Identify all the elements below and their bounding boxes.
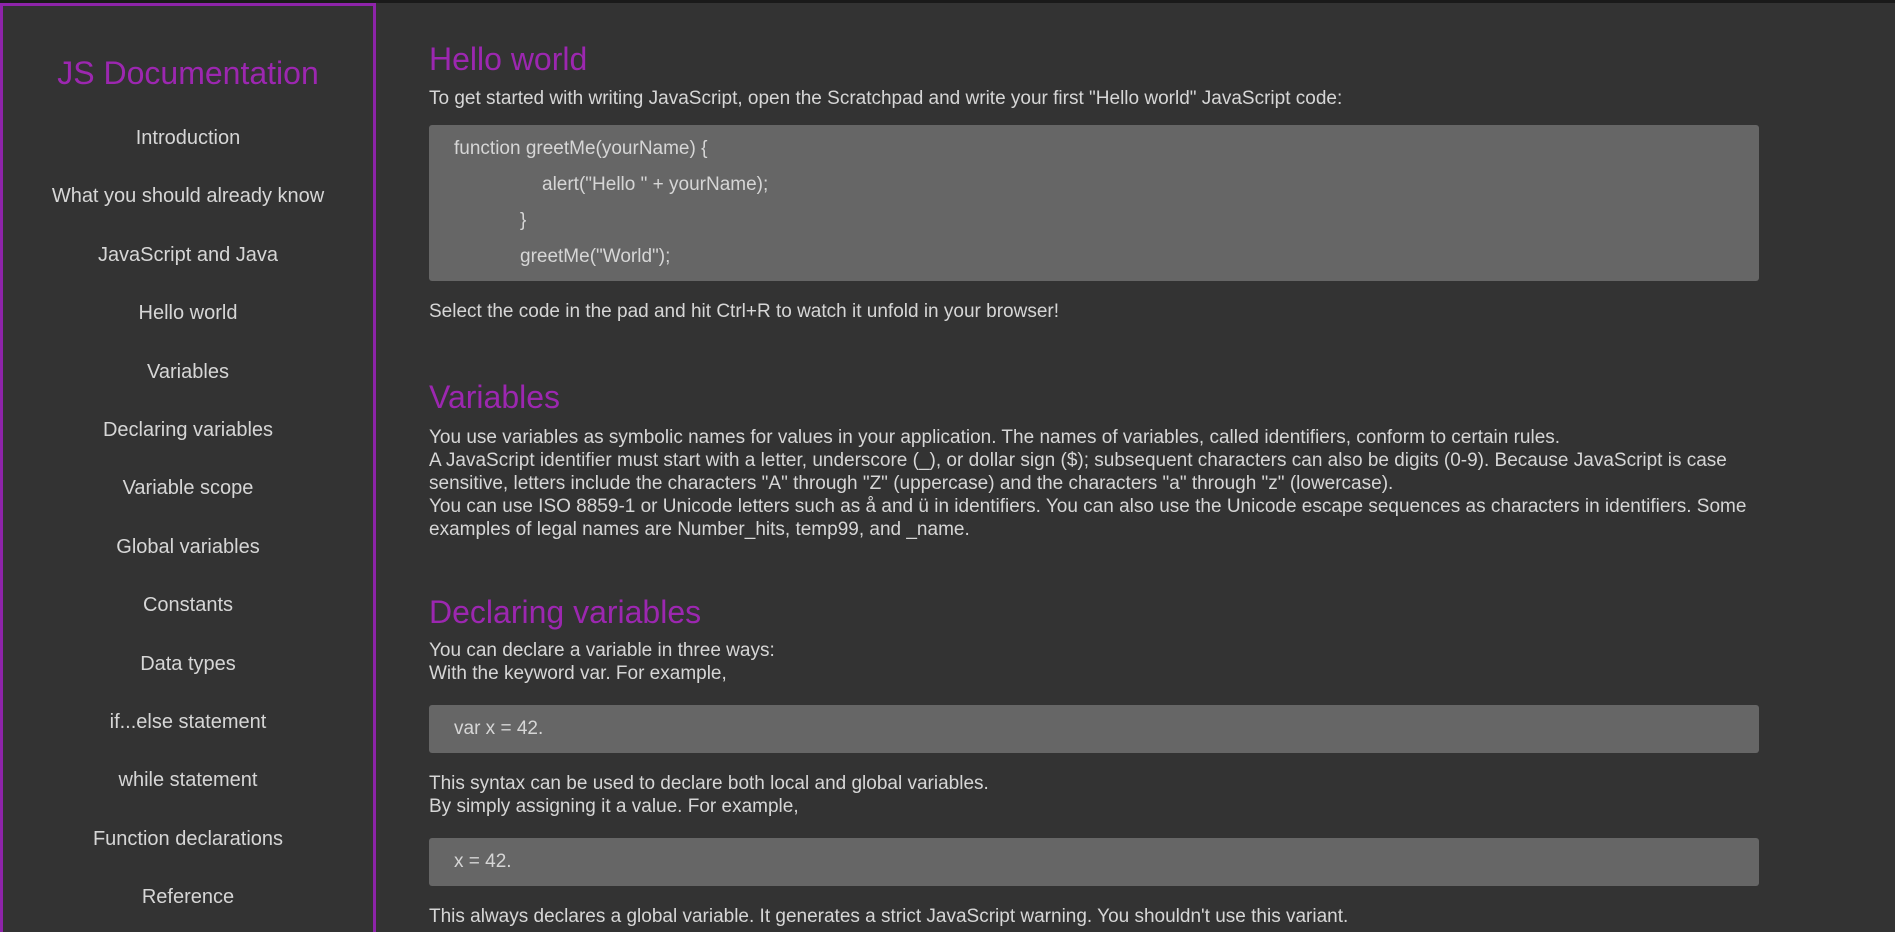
nav-link-reference[interactable]: Reference — [142, 885, 234, 909]
declaring-text: By simply assigning it a value. For exam… — [429, 796, 799, 817]
nav-list: Introduction What you should already kno… — [3, 126, 373, 932]
declaring-text: With the keyword var. For example, — [429, 663, 727, 684]
nav-item-while-statement: while statement — [3, 768, 373, 826]
nav-link-function-declarations[interactable]: Function declarations — [93, 827, 283, 851]
hello-code-block: function greetMe(yourName) { alert("Hell… — [429, 125, 1759, 281]
nav-link-declaring-variables[interactable]: Declaring variables — [103, 418, 273, 442]
section-title-declaring-variables: Declaring variables — [429, 594, 702, 630]
declaring-text: You can declare a variable in three ways… — [429, 640, 775, 661]
nav-link-global-variables[interactable]: Global variables — [116, 535, 259, 559]
variables-text: You use variables as symbolic names for … — [429, 427, 1561, 448]
nav-item-variable-scope: Variable scope — [3, 476, 373, 534]
nav-link-constants[interactable]: Constants — [143, 593, 233, 617]
section-variables: Variables You use variables as symbolic … — [429, 378, 1759, 541]
nav-item-reference: Reference — [3, 885, 373, 932]
nav-link-if-else-statement[interactable]: if...else statement — [110, 710, 267, 734]
nav-item-global-variables: Global variables — [3, 535, 373, 593]
nav-link-data-types[interactable]: Data types — [140, 652, 236, 676]
code-line: alert("Hello " + yourName); — [542, 174, 769, 195]
variables-text: A JavaScript identifier must start with … — [429, 450, 1727, 494]
section-title-variables: Variables — [429, 379, 561, 415]
nav-item-if-else-statement: if...else statement — [3, 710, 373, 768]
nav-item-hello-world: Hello world — [3, 301, 373, 359]
nav-item-constants: Constants — [3, 593, 373, 651]
nav-link-introduction[interactable]: Introduction — [136, 126, 241, 150]
hello-intro-text: To get started with writing JavaScript, … — [429, 88, 1343, 109]
declaring-code-block-assign: x = 42. — [429, 838, 1759, 886]
nav-link-what-you-should-already-know[interactable]: What you should already know — [52, 184, 324, 208]
code-line: greetMe("World"); — [520, 246, 671, 267]
variables-text: You can use ISO 8859-1 or Unicode letter… — [429, 496, 1747, 540]
declaring-text: This always declares a global variable. … — [429, 906, 1349, 927]
section-title-hello-world: Hello world — [429, 41, 588, 77]
nav-link-javascript-and-java[interactable]: JavaScript and Java — [98, 243, 278, 267]
nav-item-data-types: Data types — [3, 652, 373, 710]
navbar-title: JS Documentation — [57, 55, 319, 91]
navbar: JS Documentation Introduction What you s… — [0, 3, 376, 932]
code-line: function greetMe(yourName) { — [454, 138, 708, 159]
nav-link-variable-scope[interactable]: Variable scope — [123, 476, 254, 500]
nav-link-hello-world[interactable]: Hello world — [139, 301, 238, 325]
declaring-text: This syntax can be used to declare both … — [429, 773, 989, 794]
declaring-code-block-var: var x = 42. — [429, 705, 1759, 753]
nav-item-javascript-and-java: JavaScript and Java — [3, 243, 373, 301]
nav-link-variables[interactable]: Variables — [147, 360, 229, 384]
hello-outro-text: Select the code in the pad and hit Ctrl+… — [429, 301, 1059, 322]
code-line: } — [520, 210, 527, 231]
section-declaring-variables: Declaring variables You can declare a va… — [429, 593, 1759, 928]
nav-link-while-statement[interactable]: while statement — [119, 768, 258, 792]
nav-item-function-declarations: Function declarations — [3, 827, 373, 885]
nav-item-what-you-should-already-know: What you should already know — [3, 184, 373, 242]
nav-item-variables: Variables — [3, 360, 373, 418]
nav-item-introduction: Introduction — [3, 126, 373, 184]
nav-item-declaring-variables: Declaring variables — [3, 418, 373, 476]
section-hello-world: Hello world To get started with writing … — [429, 40, 1759, 323]
